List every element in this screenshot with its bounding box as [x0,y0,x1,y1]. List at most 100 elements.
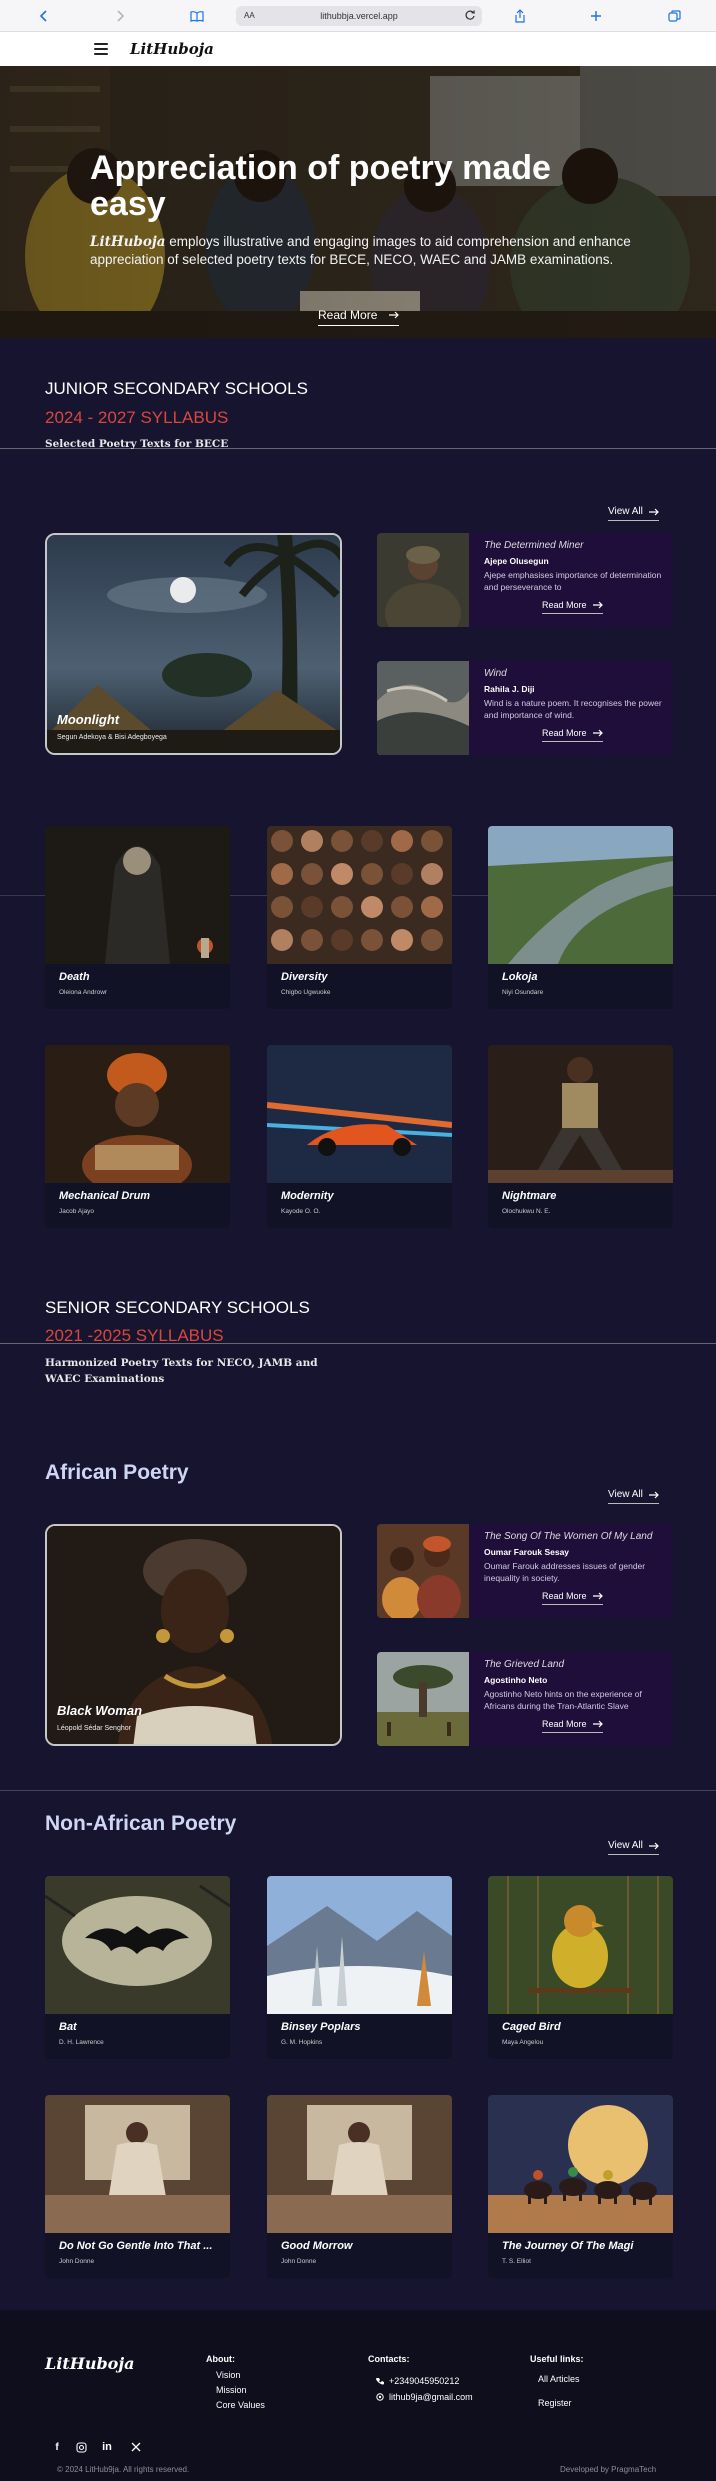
nightmare-image [488,1045,673,1183]
site-logo[interactable]: LitHuboja [130,40,214,58]
url-text: lithubbja.vercel.app [320,11,398,21]
feature-card-black-woman[interactable]: Black Woman Léopold Sédar Senghor [45,1524,342,1746]
side-card-description: Agostinho Neto hints on the experience o… [484,1689,642,1711]
poem-author: D. H. Lawrence [59,2039,104,2046]
side-card-author: Oumar Farouk Sesay [484,1547,570,1557]
poem-author: Maya Angelou [502,2039,544,2046]
side-card-song-of-women[interactable]: The Song Of The Women Of My Land Oumar F… [377,1524,673,1618]
side-card-description: Wind is a nature poem. It recognises the… [484,698,662,720]
side-card-author: Agostinho Neto [484,1675,548,1685]
arrow-right-icon [592,601,603,609]
email-icon [376,2393,384,2401]
modernity-image [267,1045,452,1183]
hero-read-more-button[interactable]: Read More [318,308,399,326]
facebook-icon[interactable]: f [50,2440,64,2454]
side-card-title: The Song Of The Women Of My Land [484,1531,653,1542]
poem-author: T. S. Elliot [502,2258,531,2265]
footer-link-mission[interactable]: Mission [216,2385,247,2395]
poem-card-binsey-poplars[interactable]: Binsey Poplars G. M. Hopkins [267,1876,452,2059]
poem-author: Kayode O. O. [281,1208,321,1215]
poem-card-good-morrow[interactable]: Good Morrow John Donne [267,2095,452,2278]
footer-link-vision[interactable]: Vision [216,2370,240,2380]
url-field[interactable]: AA lithubbja.vercel.app [236,6,482,26]
poem-card-nightmare[interactable]: Nightmare Olochukwu N. E. [488,1045,673,1228]
divider [0,1343,716,1344]
hero-banner: Appreciation of poetry made easy LitHubo… [0,66,716,338]
side-card-determined-miner[interactable]: The Determined Miner Ajepe Olusegun Ajep… [377,533,673,627]
grieved-land-image [377,1652,469,1746]
hero-read-more-label: Read More [318,308,378,322]
copyright-text: © 2024 LitHub9ja. All rights reserved. [57,2465,190,2474]
good-morrow-image [267,2095,452,2233]
song-of-women-image [377,1524,469,1618]
chevron-right-icon[interactable] [110,6,130,26]
arrow-right-icon [648,1491,659,1499]
mechanical-drum-image [45,1045,230,1183]
junior-view-all-link[interactable]: View All [608,506,659,521]
hero-description-text: employs illustrative and engaging images… [90,234,631,267]
share-icon[interactable] [510,6,530,26]
site-footer: LitHuboja About: Vision Mission Core Val… [0,2310,716,2481]
non-african-view-all-link[interactable]: View All [608,1840,659,1855]
phone-icon [376,2377,384,2385]
poem-title: Do Not Go Gentle Into That ... [59,2240,213,2252]
read-more-button[interactable]: Read More [542,1719,603,1733]
side-card-grieved-land[interactable]: The Grieved Land Agostinho Neto Agostinh… [377,1652,673,1746]
junior-syllabus: 2024 - 2027 SYLLABUS [45,408,229,427]
read-more-button[interactable]: Read More [542,1591,603,1605]
bat-image [45,1876,230,2014]
hero-description: LitHuboja employs illustrative and engag… [90,233,650,269]
read-more-button[interactable]: Read More [542,728,603,742]
arrow-right-icon [648,508,659,516]
footer-link-core-values[interactable]: Core Values [216,2400,265,2410]
footer-link-all-articles[interactable]: All Articles [538,2374,580,2384]
poem-author: G. M. Hopkins [281,2039,323,2046]
tabs-icon[interactable] [664,6,684,26]
footer-link-register[interactable]: Register [538,2398,572,2408]
feature-card-moonlight[interactable]: Moonlight Segun Adekoya & Bisi Adegboyeg… [45,533,342,755]
chevron-left-icon[interactable] [34,6,54,26]
read-more-label: Read More [542,1591,587,1601]
side-card-title: The Grieved Land [484,1659,565,1670]
site-header: LitHuboja [0,32,716,66]
poem-card-caged-bird[interactable]: Caged Bird Maya Angelou [488,1876,673,2059]
poem-card-modernity[interactable]: Modernity Kayode O. O. [267,1045,452,1228]
poem-card-mechanical-drum[interactable]: Mechanical Drum Jacob Ajayo [45,1045,230,1228]
book-icon[interactable] [187,6,207,26]
view-all-label: View All [608,506,643,517]
poem-author: John Donne [59,2258,95,2265]
poem-card-do-not-go-gentle[interactable]: Do Not Go Gentle Into That ... John Donn… [45,2095,230,2278]
poem-card-bat[interactable]: Bat D. H. Lawrence [45,1876,230,2059]
instagram-icon[interactable] [74,2440,88,2454]
footer-email[interactable]: lithub9ja@gmail.com [376,2392,473,2402]
footer-logo[interactable]: LitHuboja [45,2354,134,2373]
african-poetry-title: African Poetry [45,1461,189,1484]
do-not-go-gentle-image [45,2095,230,2233]
poem-title: Lokoja [502,971,538,983]
poem-card-death[interactable]: Death Oleiona Androwr [45,826,230,1009]
death-image [45,826,230,964]
poem-card-journey-of-the-magi[interactable]: The Journey Of The Magi T. S. Elliot [488,2095,673,2278]
plus-icon[interactable] [586,6,606,26]
reload-icon[interactable] [464,9,476,21]
poem-author: Oleiona Androwr [59,989,108,996]
read-more-label: Read More [542,728,587,738]
read-more-label: Read More [542,1719,587,1729]
x-twitter-icon[interactable] [129,2440,143,2454]
divider [0,1790,716,1791]
diversity-image [267,826,452,964]
arrow-right-icon [388,308,399,322]
linkedin-icon[interactable]: in [100,2440,114,2454]
side-card-wind[interactable]: Wind Rahila J. Diji Wind is a nature poe… [377,661,673,755]
poem-title: Modernity [281,1190,334,1202]
poem-card-lokoja[interactable]: Lokoja Niyi Osundare [488,826,673,1009]
junior-heading: JUNIOR SECONDARY SCHOOLS [45,379,308,398]
email-address: lithub9ja@gmail.com [389,2392,473,2402]
african-view-all-link[interactable]: View All [608,1489,659,1504]
poem-card-diversity[interactable]: Diversity Chigbo Ugwuoke [267,826,452,1009]
non-african-poetry-title: Non-African Poetry [45,1812,237,1835]
read-more-button[interactable]: Read More [542,600,603,614]
menu-icon[interactable] [94,43,108,55]
footer-phone[interactable]: +2349045950212 [376,2376,459,2386]
side-card-title: Wind [484,668,507,679]
